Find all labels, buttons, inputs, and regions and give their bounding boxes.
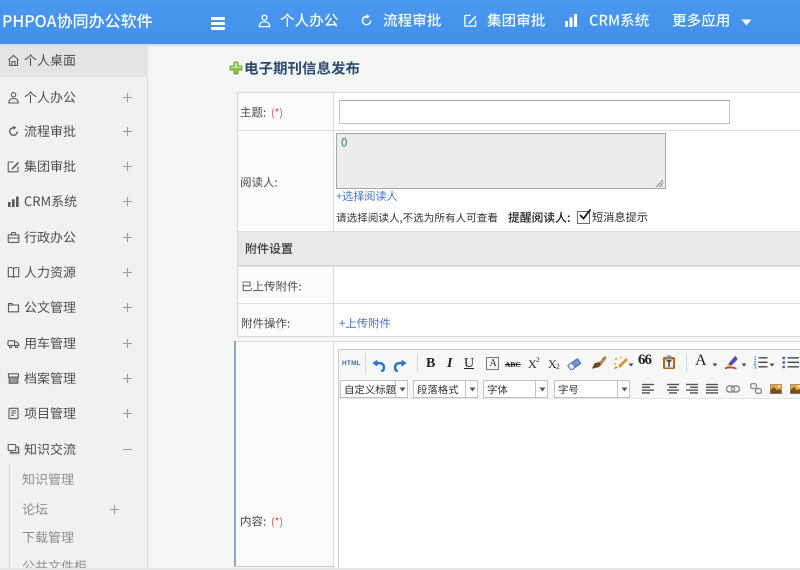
svg-text:3: 3	[754, 366, 757, 370]
